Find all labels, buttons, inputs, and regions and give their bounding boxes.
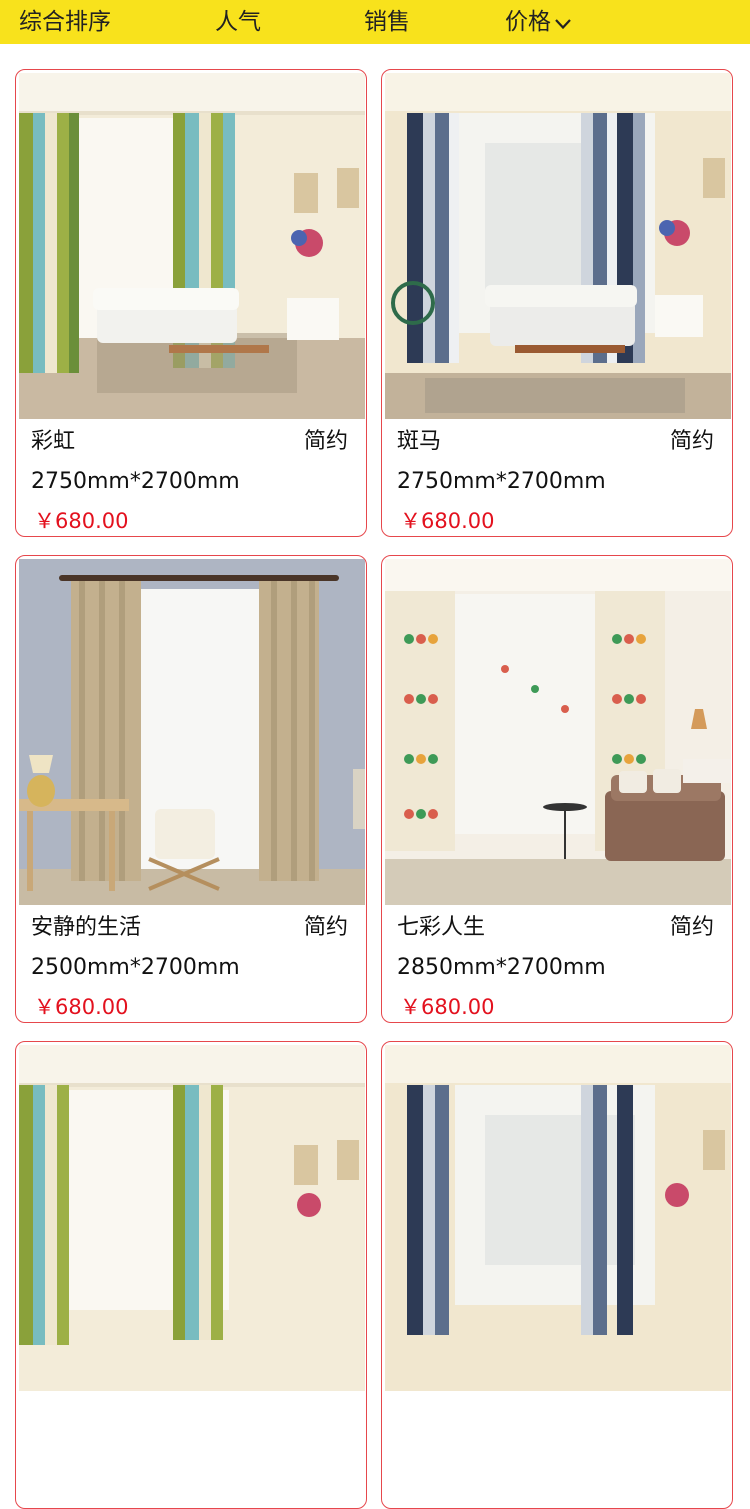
product-price: ￥680.00	[400, 509, 495, 533]
product-photo-zebra-curtain	[385, 1045, 731, 1391]
product-name: 彩虹	[31, 429, 76, 454]
product-card[interactable]	[15, 1041, 367, 1509]
product-name: 七彩人生	[397, 915, 486, 940]
product-style: 简约	[669, 429, 714, 454]
product-card[interactable]: 彩虹 简约 2750mm*2700mm ￥680.00	[15, 69, 367, 537]
product-price: ￥680.00	[34, 995, 129, 1019]
product-name: 安静的生活	[31, 915, 142, 940]
sort-tab-comprehensive[interactable]: 综合排序	[19, 0, 111, 44]
product-style: 简约	[303, 915, 348, 940]
product-size: 2750mm*2700mm	[31, 469, 240, 494]
sort-bar: 综合排序 人气 销售 价格	[0, 0, 750, 44]
sort-tab-price-label: 价格	[505, 9, 551, 35]
product-photo-leaf-print-curtain	[385, 559, 731, 905]
product-photo-linen-curtain	[19, 559, 365, 905]
sort-tab-price[interactable]: 价格	[505, 0, 572, 44]
chevron-down-icon	[554, 1, 572, 45]
product-size: 2500mm*2700mm	[31, 955, 240, 980]
product-price: ￥680.00	[400, 995, 495, 1019]
sort-tab-popularity[interactable]: 人气	[215, 0, 261, 44]
product-name: 斑马	[397, 429, 442, 454]
product-style: 简约	[303, 429, 348, 454]
product-price: ￥680.00	[34, 509, 129, 533]
product-style: 简约	[669, 915, 714, 940]
product-card[interactable]: 安静的生活 简约 2500mm*2700mm ￥680.00	[15, 555, 367, 1023]
sort-tab-sales[interactable]: 销售	[364, 0, 410, 44]
product-card[interactable]: 斑马 简约 2750mm*2700mm ￥680.00	[381, 69, 733, 537]
product-card[interactable]: 七彩人生 简约 2850mm*2700mm ￥680.00	[381, 555, 733, 1023]
product-card[interactable]	[381, 1041, 733, 1509]
product-photo-rainbow-curtain	[19, 1045, 365, 1391]
product-size: 2750mm*2700mm	[397, 469, 606, 494]
product-photo-rainbow-curtain	[19, 73, 365, 419]
product-photo-zebra-curtain	[385, 73, 731, 419]
product-size: 2850mm*2700mm	[397, 955, 606, 980]
